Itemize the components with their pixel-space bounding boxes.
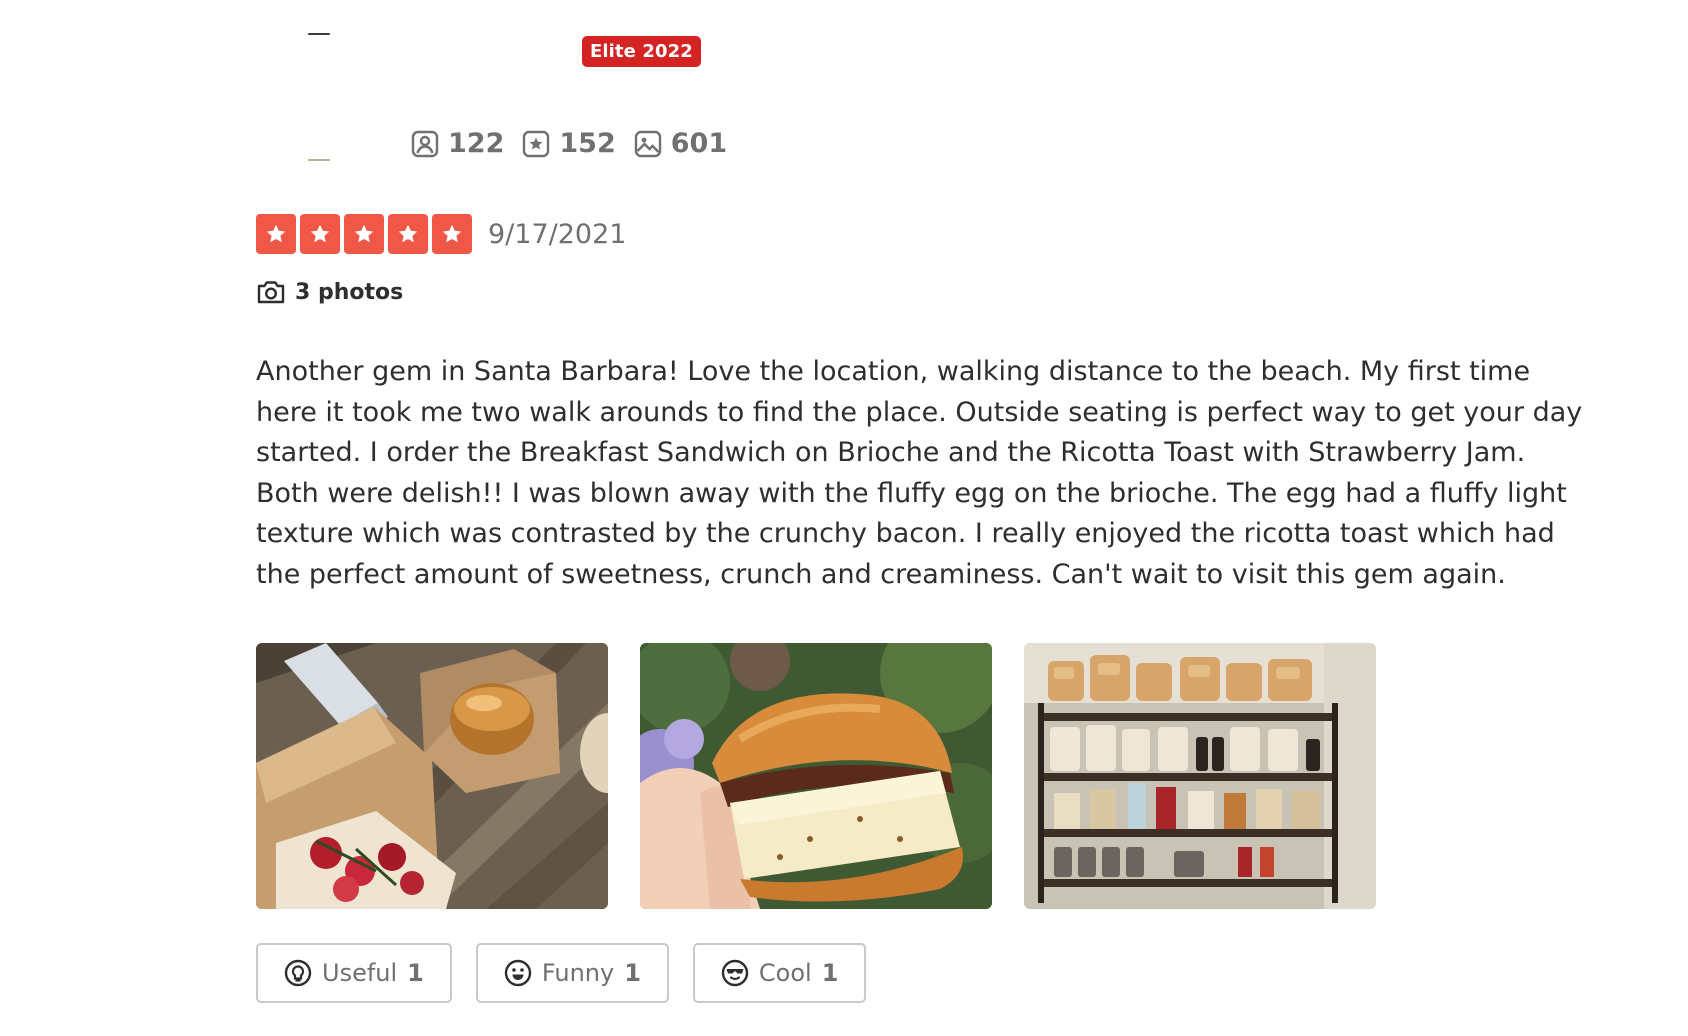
review-star-icon — [523, 130, 550, 157]
reaction-buttons: Useful 1 Funny 1 Cool 1 — [256, 943, 867, 1003]
useful-label: Useful — [322, 959, 398, 987]
reviews-count: 152 — [559, 128, 616, 159]
avatar-fragment-bottom — [308, 159, 330, 161]
friends-icon — [411, 130, 439, 157]
useful-button[interactable]: Useful 1 — [256, 943, 452, 1003]
review-photo[interactable] — [1024, 643, 1376, 909]
reviews-stat: 152 — [522, 128, 616, 159]
funny-button[interactable]: Funny 1 — [475, 943, 669, 1003]
star-icon — [300, 214, 340, 254]
cool-button[interactable]: Cool 1 — [692, 943, 867, 1003]
photo-breakfast-sandwich-icon — [640, 643, 992, 909]
funny-count: 1 — [624, 959, 641, 987]
photos-count: 601 — [670, 128, 728, 159]
review-photos — [256, 643, 1376, 909]
cool-label: Cool — [758, 959, 812, 987]
review-date: 9/17/2021 — [488, 218, 627, 250]
avatar-fragment-top — [308, 33, 330, 35]
friends-count: 122 — [448, 128, 505, 159]
review-photo[interactable] — [256, 643, 608, 909]
photos-link[interactable]: 3 photos — [256, 278, 403, 306]
star-icon — [256, 214, 296, 254]
rating-row: 9/17/2021 — [256, 214, 626, 254]
photos-link-label: 3 photos — [295, 279, 404, 305]
photo-bakery-shelf-icon — [1024, 643, 1376, 909]
smile-icon — [504, 959, 532, 987]
image-icon — [634, 130, 661, 157]
funny-label: Funny — [541, 959, 615, 987]
lightbulb-icon — [284, 959, 312, 987]
photo-takeout-boxes-icon — [256, 643, 608, 909]
star-icon — [388, 214, 428, 254]
cool-count: 1 — [821, 959, 839, 987]
friends-stat: 122 — [411, 128, 504, 159]
review-text: Another gem in Santa Barbara! Love the l… — [256, 356, 1583, 590]
sunglasses-icon — [721, 959, 749, 987]
star-icon — [432, 214, 472, 254]
review-photo[interactable] — [640, 643, 992, 909]
user-stats: 122 152 601 — [411, 128, 727, 159]
star-rating — [256, 214, 472, 254]
photos-stat: 601 — [634, 128, 727, 159]
camera-icon — [257, 281, 285, 304]
star-icon — [344, 214, 384, 254]
useful-count: 1 — [407, 959, 424, 987]
user-avatar[interactable] — [268, 33, 378, 161]
elite-badge[interactable]: Elite 2022 — [582, 36, 701, 67]
